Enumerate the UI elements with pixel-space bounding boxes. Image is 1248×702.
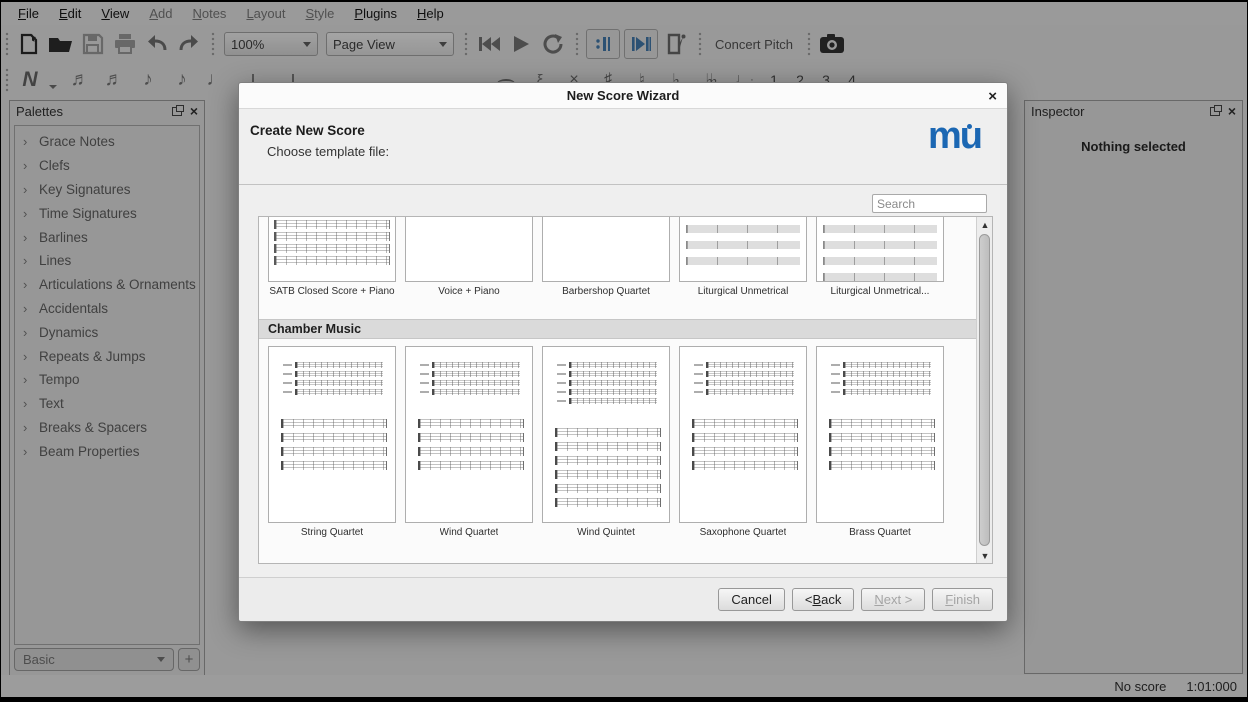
section-header-chamber-music: Chamber Music [259,319,976,339]
template-thumbnail[interactable] [816,217,944,282]
wizard-heading: Create New Score [250,123,365,138]
template-thumbnail[interactable] [542,217,670,282]
template-name: SATB Closed Score + Piano [269,286,394,297]
template-thumbnail[interactable] [405,217,533,282]
musescore-logo: mu [928,115,981,158]
dialog-close-icon[interactable]: × [988,88,997,105]
template-card[interactable]: Voice + Piano [405,217,533,297]
wizard-subheading: Choose template file: [267,144,389,159]
template-card[interactable]: Liturgical Unmetrical... [816,217,944,297]
template-card[interactable]: Liturgical Unmetrical [679,217,807,297]
template-card[interactable]: Saxophone Quartet [679,346,807,538]
template-name: Liturgical Unmetrical... [831,286,930,297]
template-row-1: SATB Closed Score + Piano Voice + Piano Ba… [259,217,976,297]
template-name: Barbershop Quartet [562,286,650,297]
template-row-2: String Quartet Wind Quartet Wind Quintet Sa… [259,346,976,538]
template-thumbnail[interactable] [268,346,396,523]
template-search-input[interactable] [872,194,987,213]
template-name: Liturgical Unmetrical [698,286,789,297]
dialog-titlebar[interactable]: New Score Wizard × [239,83,1007,109]
template-name: Voice + Piano [438,286,499,297]
template-card[interactable]: String Quartet [268,346,396,538]
cancel-button[interactable]: Cancel [718,588,784,611]
template-thumbnail[interactable] [542,346,670,523]
template-name: String Quartet [301,527,363,538]
finish-button[interactable]: Finish [932,588,993,611]
dialog-footer: Cancel < Back Next > Finish [239,577,1007,621]
template-thumbnail[interactable] [405,346,533,523]
scroll-down-arrow[interactable]: ▼ [977,548,993,563]
template-card[interactable]: Brass Quartet [816,346,944,538]
next-button[interactable]: Next > [861,588,925,611]
template-thumbnail[interactable] [679,217,807,282]
vertical-scrollbar[interactable]: ▲ ▼ [976,217,992,563]
template-thumbnail[interactable] [679,346,807,523]
template-name: Brass Quartet [849,527,911,538]
new-score-wizard-dialog: New Score Wizard × Create New Score Choo… [238,82,1008,622]
template-card[interactable]: Barbershop Quartet [542,217,670,297]
scroll-up-arrow[interactable]: ▲ [977,217,993,232]
template-card[interactable]: Wind Quartet [405,346,533,538]
template-name: Wind Quartet [440,527,499,538]
template-thumbnail[interactable] [816,346,944,523]
template-thumbnail[interactable] [268,217,396,282]
template-name: Saxophone Quartet [700,527,787,538]
template-name: Wind Quintet [577,527,635,538]
divider [239,184,1007,185]
template-card[interactable]: Wind Quintet [542,346,670,538]
back-button[interactable]: < Back [792,588,855,611]
scrollbar-thumb[interactable] [979,234,990,546]
template-card[interactable]: SATB Closed Score + Piano [268,217,396,297]
template-scroll-area: SATB Closed Score + Piano Voice + Piano Ba… [258,216,993,564]
dialog-title: New Score Wizard [239,88,1007,103]
